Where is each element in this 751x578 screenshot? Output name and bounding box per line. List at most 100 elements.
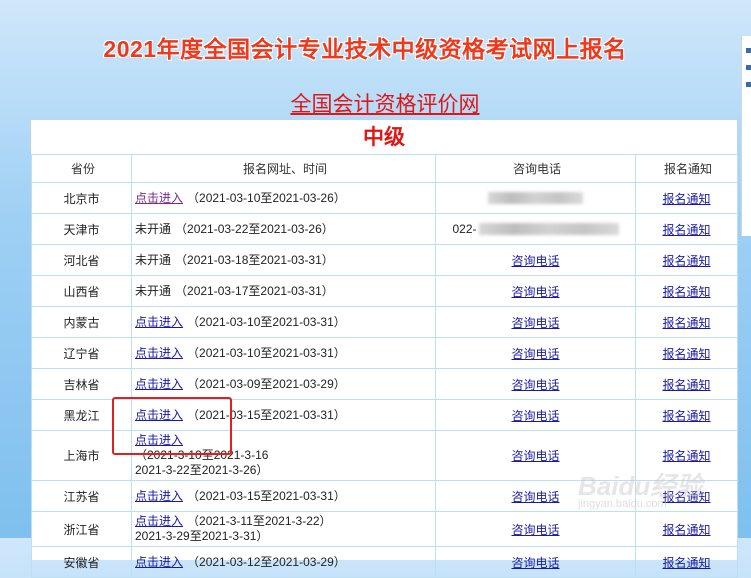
- date-range: （2021-03-22至2021-03-26）: [175, 221, 334, 236]
- status-text: 未开通: [135, 221, 172, 236]
- table-header-row: 省份 报名网址、时间 咨询电话 报名通知: [31, 154, 738, 183]
- province-cell: 江苏省: [31, 480, 132, 512]
- phone-link[interactable]: 咨询电话: [511, 490, 559, 504]
- date-range: （2021-03-09至2021-03-29）: [187, 376, 346, 391]
- notice-cell: 报名通知: [635, 337, 738, 369]
- phone-link[interactable]: 咨询电话: [511, 556, 559, 570]
- province-cell: 天津市: [31, 213, 132, 245]
- notice-cell: 报名通知: [635, 275, 738, 307]
- province-cell: 吉林省: [31, 368, 132, 400]
- notice-link[interactable]: 报名通知: [662, 523, 710, 537]
- date-range: （2021-03-18至2021-03-31）: [175, 252, 334, 267]
- enter-link[interactable]: 点击进入: [135, 555, 183, 569]
- phone-cell: 咨询电话: [435, 275, 636, 307]
- date-range: （2021-03-15至2021-03-31）: [187, 488, 346, 503]
- notice-link[interactable]: 报名通知: [662, 223, 710, 237]
- enter-link[interactable]: 点击进入: [135, 377, 183, 391]
- notice-link[interactable]: 报名通知: [662, 409, 710, 423]
- province-cell: 辽宁省: [31, 337, 132, 369]
- url-time-cell: 点击进入 （2021-3-11至2021-3-22） 2021-3-29至2021-…: [131, 511, 436, 547]
- notice-link[interactable]: 报名通知: [662, 556, 710, 570]
- notice-link[interactable]: 报名通知: [662, 285, 710, 299]
- enter-link[interactable]: 点击进入: [135, 433, 183, 447]
- date-range: （2021-3-10至2021-3-16: [135, 448, 269, 462]
- province-cell: 河北省: [31, 244, 132, 276]
- date-range: （2021-03-10至2021-03-31）: [187, 345, 346, 360]
- status-text: 未开通: [135, 283, 172, 298]
- phone-link[interactable]: 咨询电话: [511, 254, 559, 268]
- bullet-icon: [746, 82, 751, 87]
- url-time-cell: 点击进入 （2021-03-09至2021-03-29）: [131, 368, 436, 400]
- date-range: （2021-03-15至2021-03-31）: [187, 407, 346, 422]
- province-cell: 黑龙江: [31, 399, 132, 431]
- phone-cell: 咨询电话: [435, 511, 636, 547]
- phone-cell: 咨询电话: [435, 306, 636, 338]
- enter-link[interactable]: 点击进入: [135, 408, 183, 422]
- table-row: 吉林省 点击进入 （2021-03-09至2021-03-29） 咨询电话 报名通知: [31, 368, 738, 400]
- url-time-cell: 点击进入 （2021-03-10至2021-03-31）: [131, 306, 436, 338]
- site-link[interactable]: 全国会计资格评价网: [0, 88, 751, 118]
- notice-link[interactable]: 报名通知: [662, 449, 710, 463]
- notice-link[interactable]: 报名通知: [662, 347, 710, 361]
- header-url-time: 报名网址、时间: [131, 154, 436, 183]
- header-notice: 报名通知: [635, 154, 738, 183]
- header-province: 省份: [31, 154, 132, 183]
- status-text: 未开通: [135, 252, 172, 267]
- enter-link[interactable]: 点击进入: [135, 514, 183, 528]
- phone-redacted: [488, 192, 583, 204]
- province-cell: 北京市: [31, 182, 132, 214]
- date-range: （2021-03-10至2021-03-26）: [187, 190, 346, 205]
- notice-link[interactable]: 报名通知: [662, 316, 710, 330]
- table-row: 天津市 未开通 （2021-03-22至2021-03-26） 022- 报名通知: [31, 213, 738, 245]
- phone-link[interactable]: 咨询电话: [511, 316, 559, 330]
- enter-link[interactable]: 点击进入: [135, 315, 183, 329]
- date-range: 2021-3-29至2021-3-31）: [135, 529, 269, 543]
- notice-cell: 报名通知: [635, 430, 738, 481]
- enter-link[interactable]: 点击进入: [135, 346, 183, 360]
- province-cell: 山西省: [31, 275, 132, 307]
- url-time-cell: 点击进入 （2021-3-10至2021-3-16 2021-3-22至2021-3…: [131, 430, 436, 481]
- phone-redacted: [478, 223, 619, 235]
- table-row: 河北省 未开通 （2021-03-18至2021-03-31） 咨询电话 报名通知: [31, 244, 738, 276]
- notice-link[interactable]: 报名通知: [662, 378, 710, 392]
- notice-cell: 报名通知: [635, 244, 738, 276]
- phone-cell: 咨询电话: [435, 244, 636, 276]
- phone-link[interactable]: 咨询电话: [511, 378, 559, 392]
- notice-cell: 报名通知: [635, 182, 738, 214]
- phone-link[interactable]: 咨询电话: [511, 285, 559, 299]
- table-row: 上海市 点击进入 （2021-3-10至2021-3-16 2021-3-22至202…: [31, 430, 738, 481]
- phone-link[interactable]: 咨询电话: [511, 409, 559, 423]
- phone-link[interactable]: 咨询电话: [511, 449, 559, 463]
- notice-link[interactable]: 报名通知: [662, 254, 710, 268]
- phone-cell: 咨询电话: [435, 399, 636, 431]
- notice-cell: 报名通知: [635, 368, 738, 400]
- level-heading: 中级: [363, 124, 405, 149]
- table-row: 山西省 未开通 （2021-03-17至2021-03-31） 咨询电话 报名通知: [31, 275, 738, 307]
- bullet-icon: [746, 65, 751, 70]
- url-time-cell: 点击进入 （2021-03-12至2021-03-29）: [131, 546, 436, 578]
- date-range: （2021-3-11至2021-3-22）: [187, 514, 332, 528]
- phone-link[interactable]: 咨询电话: [511, 347, 559, 361]
- enter-link[interactable]: 点击进入: [135, 191, 183, 205]
- header-phone: 咨询电话: [435, 154, 636, 183]
- phone-cell: 咨询电话: [435, 480, 636, 512]
- date-range: （2021-03-17至2021-03-31）: [175, 283, 334, 298]
- phone-cell: 咨询电话: [435, 337, 636, 369]
- phone-cell: 022-: [435, 213, 636, 245]
- phone-cell: [435, 182, 636, 214]
- province-cell: 安徽省: [31, 546, 132, 578]
- url-time-cell: 未开通 （2021-03-18至2021-03-31）: [131, 244, 436, 276]
- side-panel: [741, 36, 751, 236]
- phone-link[interactable]: 咨询电话: [511, 523, 559, 537]
- date-range: （2021-03-10至2021-03-31）: [187, 314, 346, 329]
- phone-cell: 咨询电话: [435, 430, 636, 481]
- notice-cell: 报名通知: [635, 480, 738, 512]
- table-row: 内蒙古 点击进入 （2021-03-10至2021-03-31） 咨询电话 报名通知: [31, 306, 738, 338]
- enter-link[interactable]: 点击进入: [135, 489, 183, 503]
- phone-cell: 咨询电话: [435, 368, 636, 400]
- notice-link[interactable]: 报名通知: [662, 490, 710, 504]
- registration-panel: 中级 省份 报名网址、时间 咨询电话 报名通知 北京市 点击进入 （2021-03-…: [31, 120, 738, 578]
- province-cell: 上海市: [31, 430, 132, 481]
- notice-cell: 报名通知: [635, 306, 738, 338]
- notice-link[interactable]: 报名通知: [662, 192, 710, 206]
